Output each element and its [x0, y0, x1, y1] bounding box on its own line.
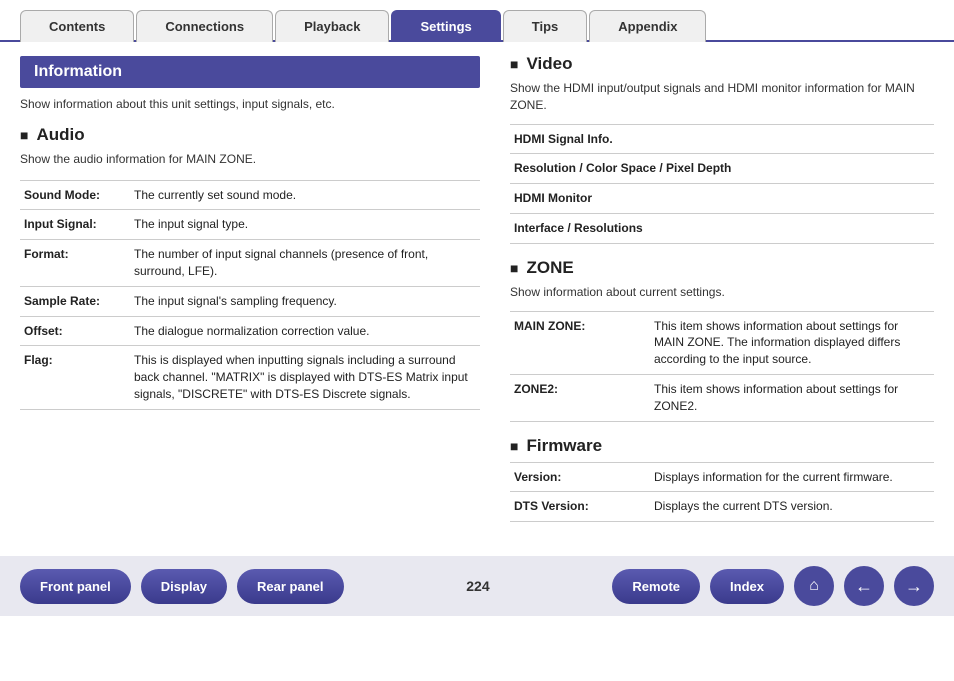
- tab-playback[interactable]: Playback: [275, 10, 389, 42]
- row-value: Displays the current DTS version.: [650, 492, 934, 522]
- home-button[interactable]: ⌂: [794, 566, 834, 606]
- row-label: Flag:: [20, 346, 130, 409]
- row-label: ZONE2:: [510, 374, 650, 421]
- audio-table: Sound Mode:The currently set sound mode.…: [20, 180, 480, 410]
- bottom-nav: Front panel Display Rear panel 224 Remot…: [0, 556, 954, 616]
- row-label: Version:: [510, 462, 650, 492]
- row-label: DTS Version:: [510, 492, 650, 522]
- display-button[interactable]: Display: [141, 569, 227, 604]
- row-label: Sample Rate:: [20, 286, 130, 316]
- table-row: Resolution / Color Space / Pixel Depth: [510, 154, 934, 184]
- video-section-title: Video: [510, 54, 934, 74]
- zone-description: Show information about current settings.: [510, 284, 934, 301]
- tab-appendix[interactable]: Appendix: [589, 10, 706, 42]
- table-row: HDMI Monitor: [510, 184, 934, 214]
- row-label: Offset:: [20, 316, 130, 346]
- row-label: MAIN ZONE:: [510, 311, 650, 374]
- left-column: Information Show information about this …: [20, 42, 480, 536]
- row-value: The input signal type.: [130, 210, 480, 240]
- table-row: Version:Displays information for the cur…: [510, 462, 934, 492]
- tab-contents[interactable]: Contents: [20, 10, 134, 42]
- row-label: HDMI Signal Info.: [510, 124, 934, 154]
- row-label: Sound Mode:: [20, 180, 130, 210]
- info-description: Show information about this unit setting…: [20, 96, 480, 113]
- front-panel-button[interactable]: Front panel: [20, 569, 131, 604]
- table-row: Sound Mode:The currently set sound mode.: [20, 180, 480, 210]
- table-row: DTS Version:Displays the current DTS ver…: [510, 492, 934, 522]
- forward-button[interactable]: →: [894, 566, 934, 606]
- info-banner: Information: [20, 56, 480, 88]
- row-label: Resolution / Color Space / Pixel Depth: [510, 154, 934, 184]
- table-row: MAIN ZONE:This item shows information ab…: [510, 311, 934, 374]
- firmware-section-title: Firmware: [510, 436, 934, 456]
- index-button[interactable]: Index: [710, 569, 784, 604]
- tab-tips[interactable]: Tips: [503, 10, 588, 42]
- audio-section-title: Audio: [20, 125, 480, 145]
- row-label: Format:: [20, 240, 130, 287]
- main-content: Information Show information about this …: [0, 42, 954, 536]
- row-value: The input signal's sampling frequency.: [130, 286, 480, 316]
- row-value: The currently set sound mode.: [130, 180, 480, 210]
- table-row: Offset:The dialogue normalization correc…: [20, 316, 480, 346]
- table-row: ZONE2:This item shows information about …: [510, 374, 934, 421]
- row-value: This item shows information about settin…: [650, 374, 934, 421]
- remote-button[interactable]: Remote: [612, 569, 700, 604]
- row-value: The number of input signal channels (pre…: [130, 240, 480, 287]
- row-label: Input Signal:: [20, 210, 130, 240]
- row-value: Displays information for the current fir…: [650, 462, 934, 492]
- table-row: Input Signal:The input signal type.: [20, 210, 480, 240]
- table-row: Flag:This is displayed when inputting si…: [20, 346, 480, 409]
- zone-table: MAIN ZONE:This item shows information ab…: [510, 311, 934, 422]
- table-row: Sample Rate:The input signal's sampling …: [20, 286, 480, 316]
- rear-panel-button[interactable]: Rear panel: [237, 569, 343, 604]
- back-button[interactable]: ←: [844, 566, 884, 606]
- table-row: HDMI Signal Info.: [510, 124, 934, 154]
- row-value: This item shows information about settin…: [650, 311, 934, 374]
- tab-settings[interactable]: Settings: [391, 10, 500, 42]
- table-row: Interface / Resolutions: [510, 213, 934, 243]
- audio-description: Show the audio information for MAIN ZONE…: [20, 151, 480, 168]
- top-nav: Contents Connections Playback Settings T…: [0, 8, 954, 42]
- video-description: Show the HDMI input/output signals and H…: [510, 80, 934, 114]
- row-value: The dialogue normalization correction va…: [130, 316, 480, 346]
- row-label: Interface / Resolutions: [510, 213, 934, 243]
- zone-section-title: ZONE: [510, 258, 934, 278]
- page-number: 224: [364, 578, 593, 594]
- row-label: HDMI Monitor: [510, 184, 934, 214]
- firmware-table: Version:Displays information for the cur…: [510, 462, 934, 523]
- tab-connections[interactable]: Connections: [136, 10, 273, 42]
- right-column: Video Show the HDMI input/output signals…: [510, 42, 934, 536]
- video-table: HDMI Signal Info.Resolution / Color Spac…: [510, 124, 934, 244]
- row-value: This is displayed when inputting signals…: [130, 346, 480, 409]
- table-row: Format:The number of input signal channe…: [20, 240, 480, 287]
